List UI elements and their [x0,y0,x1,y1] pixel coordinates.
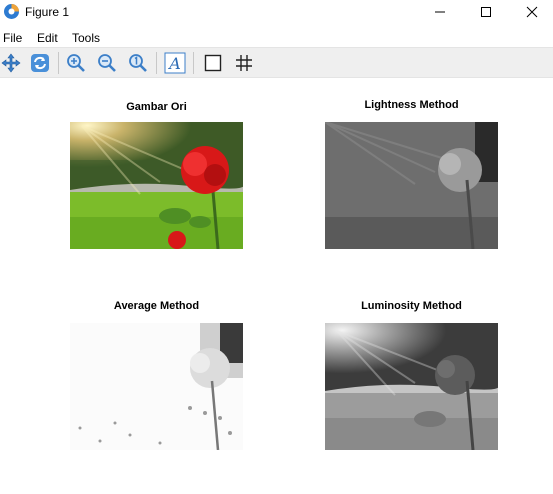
zoom-reset-icon [129,54,147,72]
maximize-button[interactable] [463,0,509,24]
rectangle-button[interactable] [202,52,224,74]
rotate-icon [31,54,49,72]
zoom-reset-button[interactable] [127,52,149,74]
toolbar-separator [193,52,194,74]
subplot-title-average: Average Method [113,300,200,312]
zoom-out-button[interactable] [96,52,118,74]
insert-text-icon: A [164,52,186,74]
zoom-in-button[interactable] [65,52,87,74]
rectangle-icon [204,54,222,72]
subplot-title-original: Gambar Ori [126,101,187,113]
subplot-title-lightness: Lightness Method [364,99,459,111]
window-title: Figure 1 [25,5,70,19]
title-bar: Figure 1 [0,0,553,24]
image-original [70,122,243,249]
insert-text-button[interactable]: A [164,52,186,74]
toolbar: A [0,47,553,78]
image-lightness [325,122,498,249]
image-luminosity [325,323,498,450]
zoom-out-icon [98,54,116,72]
minimize-icon [435,11,445,13]
grid-icon [236,55,252,71]
menu-tools[interactable]: Tools [72,31,100,45]
close-icon [526,6,538,18]
close-button[interactable] [509,0,553,24]
zoom-in-icon [67,54,85,72]
menu-bar: File Edit Tools [0,29,553,47]
menu-file[interactable]: File [3,31,22,45]
rotate-button[interactable] [29,52,51,74]
pan-icon [1,53,21,73]
minimize-button[interactable] [417,0,463,24]
image-average [70,323,243,450]
toolbar-separator [156,52,157,74]
toolbar-separator [58,52,59,74]
subplot-title-luminosity: Luminosity Method [361,300,462,312]
menu-edit[interactable]: Edit [37,31,58,45]
maximize-icon [481,7,491,17]
svg-text:A: A [167,54,181,73]
pan-button[interactable] [0,52,22,74]
grid-button[interactable] [233,52,255,74]
app-icon [4,4,19,19]
